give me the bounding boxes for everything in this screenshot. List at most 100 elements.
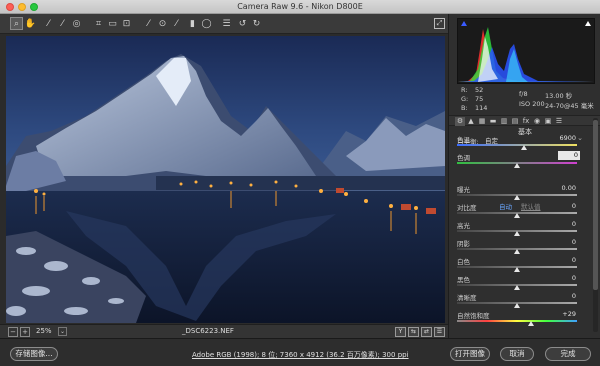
zoom-out-button[interactable]: − [8, 327, 18, 337]
radial-filter-icon[interactable]: ◯ [200, 17, 213, 30]
toggle-settings-button[interactable]: ☰ [434, 327, 445, 337]
slider-label: 曝光 [457, 186, 470, 194]
panel-tabs: ⚙ ▲ ▦ ▬ ▥ ▤ fx ◉ ▣ ☰ [449, 115, 600, 126]
tint-value-input[interactable]: 0 [558, 151, 580, 160]
snapshots-tab-icon[interactable]: ☰ [554, 117, 564, 126]
lens-value: 24-70@45 毫米 [545, 102, 594, 110]
tone-curve-tab-icon[interactable]: ▲ [466, 117, 476, 126]
window-title: Camera Raw 9.6 - Nikon D800E [237, 2, 363, 11]
panel-scrollbar[interactable] [593, 118, 598, 332]
zoom-tool-icon[interactable]: ⌕ [10, 17, 23, 30]
rotate-left-icon[interactable]: ↺ [236, 17, 249, 30]
g-value: 75 [475, 95, 484, 103]
preferences-icon[interactable]: ☰ [220, 17, 233, 30]
before-after-view-button[interactable]: Y [395, 327, 406, 337]
slider-value[interactable]: +29 [562, 310, 576, 318]
r-value: 52 [475, 86, 484, 94]
targeted-adjustment-tool-icon[interactable]: ◎ [70, 17, 83, 30]
slider-thumb[interactable] [514, 303, 520, 308]
slider-value[interactable]: 0 [572, 256, 576, 264]
slider-thumb[interactable] [514, 195, 520, 200]
slider-value[interactable]: 0 [572, 220, 576, 228]
done-button[interactable]: 完成 [545, 347, 591, 361]
color-sampler-tool-icon[interactable]: ⁄ [56, 17, 69, 30]
slider-value[interactable]: 0 [572, 292, 576, 300]
r-label: R: [461, 86, 468, 94]
slider-thumb[interactable] [514, 163, 520, 168]
effects-tab-icon[interactable]: fx [521, 117, 531, 126]
slider-thumb[interactable] [521, 145, 528, 150]
zoom-dropdown[interactable]: ⌄ [58, 327, 67, 336]
adjustment-brush-icon[interactable]: ⁄ [170, 17, 183, 30]
crop-tool-icon[interactable]: ⌗ [92, 17, 105, 30]
straighten-tool-icon[interactable]: ▭ [106, 17, 119, 30]
slider-thumb[interactable] [514, 285, 520, 290]
slider-value[interactable]: 6900 [559, 134, 576, 142]
white-balance-tool-icon[interactable]: ⁄ [42, 17, 55, 30]
camera-calibration-tab-icon[interactable]: ◉ [532, 117, 542, 126]
rgb-readout: R: 52 G: 75 B: 114 f/8 13.00 秒 ISO 200 2… [457, 86, 595, 112]
presets-tab-icon[interactable]: ▣ [543, 117, 553, 126]
red-eye-tool-icon[interactable]: ⊙ [156, 17, 169, 30]
slider-label: 对比度 [457, 204, 477, 212]
slider-thumb[interactable] [514, 213, 520, 218]
file-name: _DSC6223.NEF [182, 327, 234, 335]
slider-value[interactable]: 0 [572, 274, 576, 282]
split-toning-tab-icon[interactable]: ▥ [499, 117, 509, 126]
hsl-tab-icon[interactable]: ▬ [488, 117, 498, 126]
auto-link[interactable]: 自动 [499, 201, 512, 211]
shutter-value: 13.00 秒 [545, 92, 573, 100]
chevron-down-icon: ⌄ [577, 134, 583, 142]
shadow-clipping-icon[interactable] [461, 21, 467, 26]
image-preview[interactable] [6, 36, 445, 323]
hand-tool-icon[interactable]: ✋ [24, 17, 37, 30]
preview-photo [6, 36, 445, 323]
right-panel: R: 52 G: 75 B: 114 f/8 13.00 秒 ISO 200 2… [448, 14, 600, 338]
scrollbar-thumb[interactable] [593, 120, 598, 290]
swap-settings-button[interactable]: ⇆ [408, 327, 419, 337]
slider-label: 自然饱和度 [457, 312, 490, 320]
open-image-button[interactable]: 打开图像 [450, 347, 490, 361]
spot-removal-tool-icon[interactable]: ⁄ [142, 17, 155, 30]
slider-label: 阴影 [457, 240, 470, 248]
transform-tool-icon[interactable]: ⊡ [120, 17, 133, 30]
graduated-filter-icon[interactable]: ▮ [186, 17, 199, 30]
copy-settings-button[interactable]: ⇄ [421, 327, 432, 337]
slider-label: 色温 [457, 136, 470, 144]
basic-tab-icon[interactable]: ⚙ [455, 117, 465, 126]
zoom-level: 25% [36, 327, 52, 335]
slider-value[interactable]: 0 [572, 202, 576, 210]
slider-thumb[interactable] [514, 267, 520, 272]
rotate-right-icon[interactable]: ↻ [250, 17, 263, 30]
histogram [457, 18, 595, 84]
default-link[interactable]: 默认值 [521, 201, 541, 211]
save-image-button[interactable]: 存储图像... [10, 347, 58, 361]
slider-thumb[interactable] [514, 249, 520, 254]
cancel-button[interactable]: 取消 [500, 347, 534, 361]
b-value: 114 [475, 104, 488, 112]
iso-value: ISO 200 [519, 100, 545, 108]
lens-corrections-tab-icon[interactable]: ▤ [510, 117, 520, 126]
slider-thumb[interactable] [514, 231, 520, 236]
slider-value[interactable]: 0.00 [562, 184, 576, 192]
title-bar: Camera Raw 9.6 - Nikon D800E [0, 0, 600, 14]
slider-value[interactable]: 0 [572, 238, 576, 246]
fullscreen-toggle-button[interactable]: ⤢ [434, 18, 445, 29]
slider-thumb[interactable] [528, 321, 535, 326]
slider-track[interactable] [457, 320, 577, 322]
zoom-in-button[interactable]: + [20, 327, 30, 337]
highlight-clipping-icon[interactable] [585, 21, 591, 26]
preview-status-bar: − + 25% ⌄ _DSC6223.NEF Y ⇆ ⇄ ☰ [0, 324, 448, 338]
g-label: G: [461, 95, 469, 103]
detail-tab-icon[interactable]: ▦ [477, 117, 487, 126]
b-label: B: [461, 104, 468, 112]
workflow-options-link[interactable]: Adobe RGB (1998); 8 位; 7360 x 4912 (36.2… [192, 350, 409, 360]
toolbar: ⤢ ⌕ ✋ ⁄ ⁄ ◎ ⌗ ▭ ⊡ ⁄ ⊙ ⁄ ▮ ◯ ☰ ↺ ↻ [0, 14, 448, 34]
slider-track[interactable] [457, 144, 577, 146]
slider-label: 高光 [457, 222, 470, 230]
slider-label: 白色 [457, 258, 470, 266]
slider-label: 黑色 [457, 276, 470, 284]
slider-label: 清晰度 [457, 294, 477, 302]
aperture-value: f/8 [519, 90, 528, 98]
slider-label: 色调 [457, 154, 470, 162]
